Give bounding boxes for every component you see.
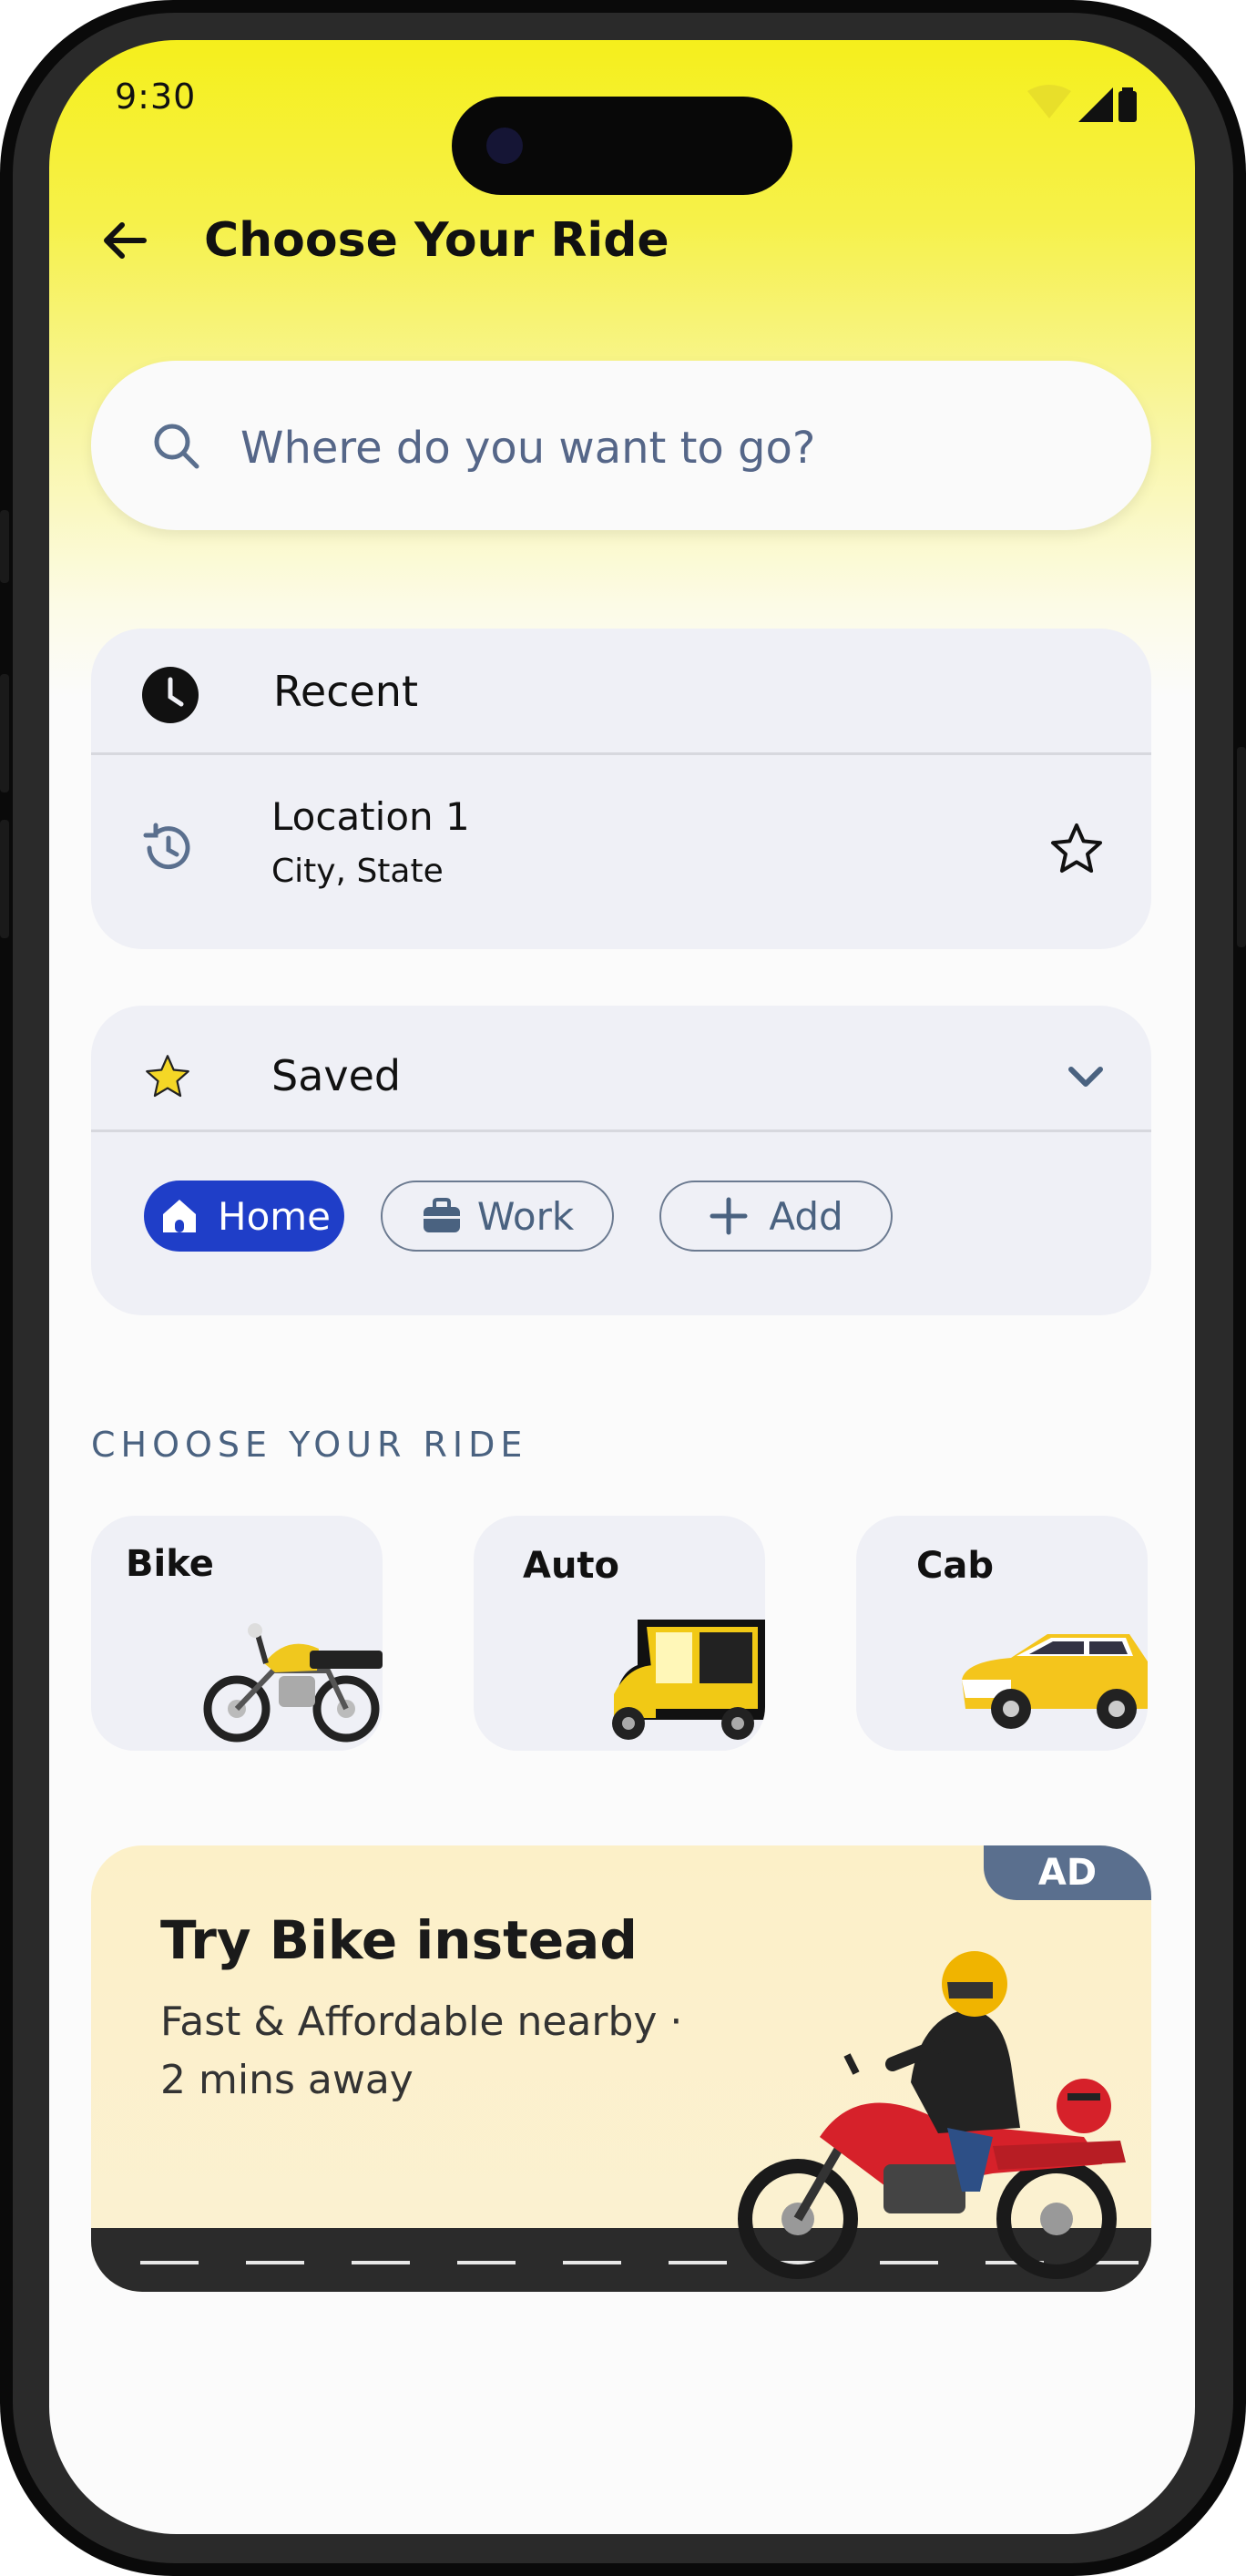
add-chip[interactable]: Add xyxy=(659,1181,893,1252)
wifi-icon xyxy=(1027,85,1071,118)
front-camera xyxy=(486,128,523,164)
power-button xyxy=(1237,747,1246,947)
star-filled-icon xyxy=(146,1055,189,1098)
saved-card: Saved Home Work Add xyxy=(91,1006,1151,1315)
work-chip-label: Work xyxy=(476,1193,575,1239)
ad-subtitle-line2: 2 mins away xyxy=(160,2057,414,2103)
side-button xyxy=(0,510,9,583)
add-chip-label: Add xyxy=(769,1193,843,1239)
ride-label-bike: Bike xyxy=(126,1543,214,1585)
volume-down-button xyxy=(0,820,9,938)
divider xyxy=(91,1130,1151,1132)
volume-up-button xyxy=(0,674,9,792)
ad-banner[interactable]: AD Try Bike instead Fast & Affordable ne… xyxy=(91,1845,1151,2292)
ad-title: Try Bike instead xyxy=(160,1909,638,1971)
page-title: Choose Your Ride xyxy=(204,213,669,268)
saved-heading: Saved xyxy=(271,1051,402,1100)
ride-option-cab[interactable]: Cab xyxy=(856,1516,1148,1751)
battery-icon xyxy=(1118,87,1137,122)
chevron-down-icon[interactable] xyxy=(1066,1062,1106,1091)
plus-icon xyxy=(710,1197,748,1235)
section-title-rides: CHOOSE YOUR RIDE xyxy=(91,1425,528,1465)
bike-image xyxy=(203,1623,383,1743)
recent-card: Recent Location 1 City, State xyxy=(91,629,1151,949)
back-arrow-icon[interactable] xyxy=(98,213,153,268)
search-icon xyxy=(154,424,199,469)
app-screen: 9:30 Choose Your Ride Where do you want … xyxy=(49,40,1195,2534)
ride-option-auto[interactable]: Auto xyxy=(474,1516,765,1751)
ride-option-bike[interactable]: Bike xyxy=(91,1516,383,1751)
recent-location-item[interactable]: Location 1 City, State xyxy=(91,756,1151,949)
status-icons xyxy=(1026,82,1144,131)
search-placeholder: Where do you want to go? xyxy=(240,423,816,474)
recent-location-name: Location 1 xyxy=(271,794,470,839)
auto-rickshaw-image xyxy=(612,1620,765,1740)
motorbike-rider-image xyxy=(738,1951,1126,2279)
home-chip[interactable]: Home xyxy=(144,1181,344,1252)
clock-icon xyxy=(142,667,199,723)
ride-label-cab: Cab xyxy=(916,1545,994,1587)
home-chip-label: Home xyxy=(217,1193,332,1239)
signal-icon xyxy=(1078,87,1113,122)
star-outline-icon[interactable] xyxy=(1047,820,1106,878)
work-chip[interactable]: Work xyxy=(381,1181,614,1252)
history-icon xyxy=(143,823,190,870)
home-icon xyxy=(162,1200,196,1232)
cab-image xyxy=(962,1634,1148,1729)
status-time: 9:30 xyxy=(115,77,197,117)
recent-heading: Recent xyxy=(273,667,418,716)
ad-subtitle: Fast & Affordable nearby · 2 mins away xyxy=(160,1993,780,2110)
divider xyxy=(91,752,1151,755)
ad-badge: AD xyxy=(984,1845,1151,1900)
ad-subtitle-line1: Fast & Affordable nearby · xyxy=(160,1998,683,2045)
recent-location-sub: City, State xyxy=(271,853,444,890)
briefcase-icon xyxy=(423,1198,460,1232)
ride-label-auto: Auto xyxy=(523,1545,620,1587)
